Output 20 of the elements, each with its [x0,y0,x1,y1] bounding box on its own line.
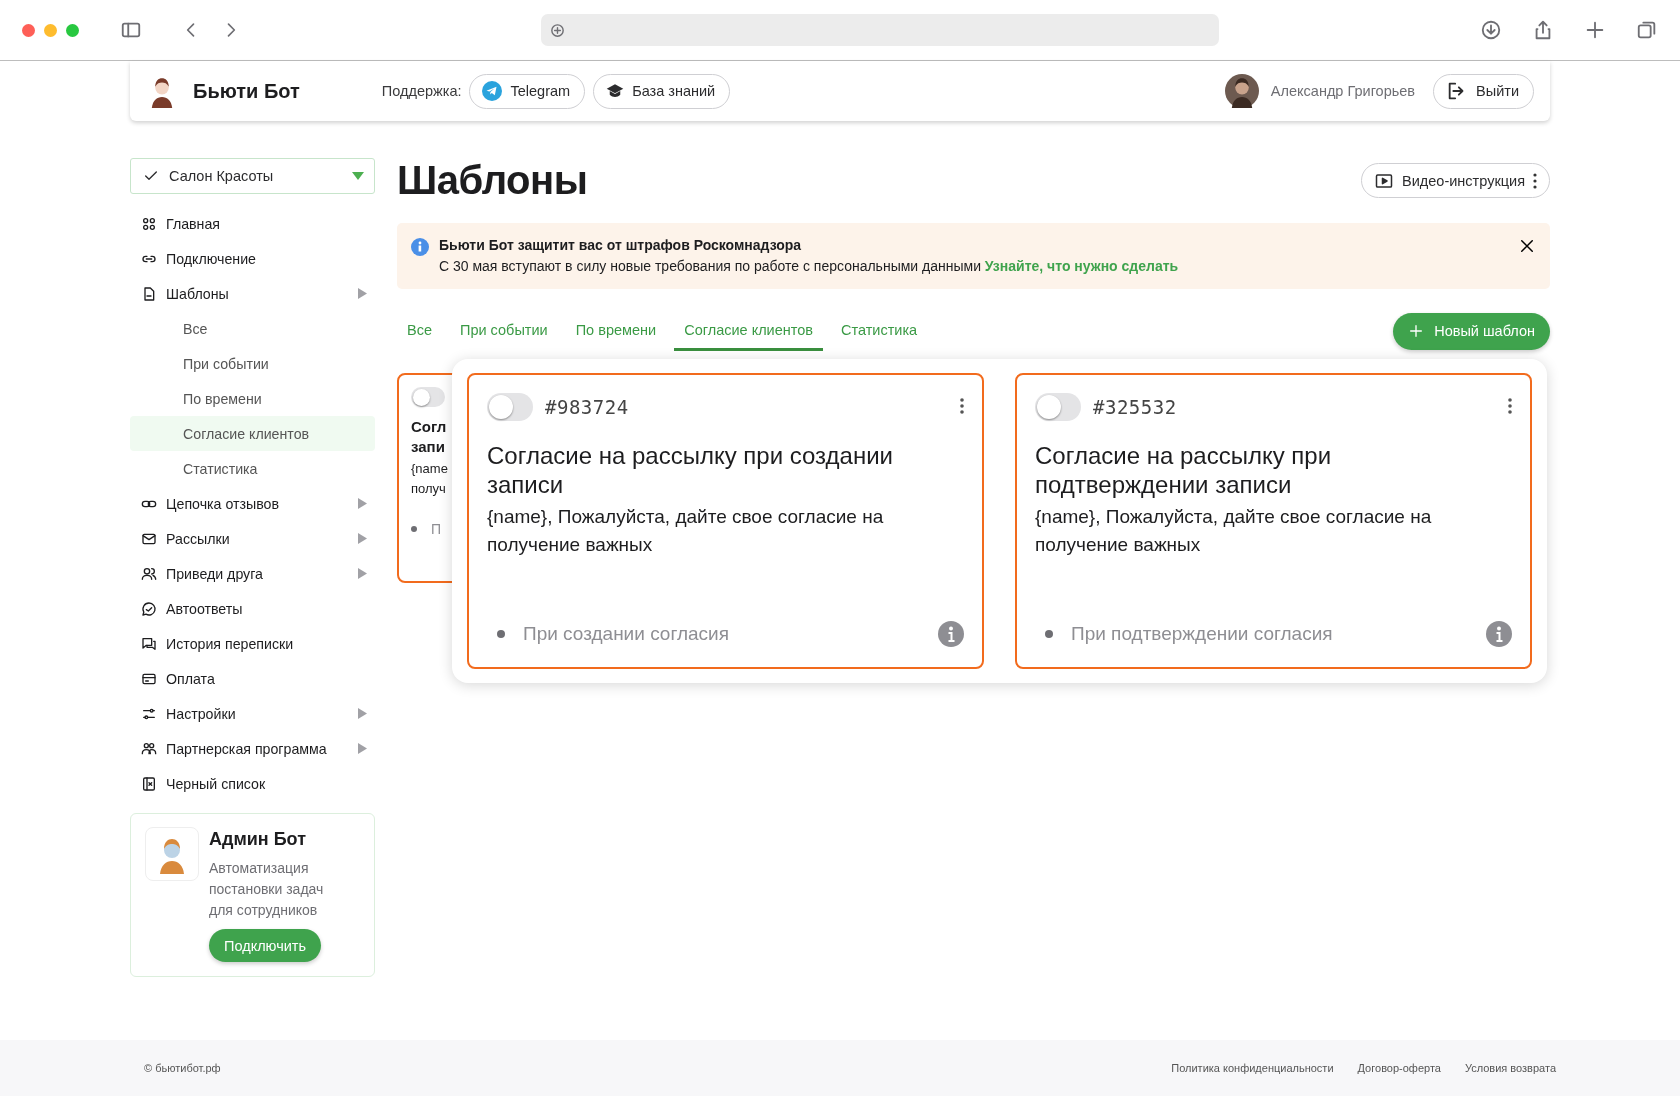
template-text: {name [411,460,449,478]
promo-text: Автоматизация постановки задач для сотрудников [209,859,325,920]
notice-text: С 30 мая вступают в силу новые требования по работе с персональными данными Узнайте, что нужно сделать [439,257,1180,276]
trigger-label: П [431,521,442,537]
trigger-label: При подтверждении согласия [1071,623,1334,645]
user-name: Александр Григорьев [1270,83,1416,99]
template-text: {name}, Пожалуйста, дайте свое согласие на получение важных [487,505,885,557]
support-label: Поддержка: [381,83,462,99]
template-id: #325532 [1093,396,1178,418]
template-id: #983724 [545,396,630,418]
template-title: Согласие на рассылку при подтверждении записи [1035,441,1333,499]
copyright-text: © бьютибот.рф [144,1062,221,1074]
page-title: Шаблоны [397,158,588,203]
notice-title: Бьюти Бот защитит вас от штрафов Роскомнадзора [439,236,803,255]
template-title: Согл [411,417,448,437]
trigger-label: При создании согласия [523,623,730,645]
brand-name: Бьюти Бот [193,79,300,103]
promo-title: Админ Бот [209,829,307,850]
template-text: {name}, Пожалуйста, дайте свое согласие на получение важных [1035,505,1433,557]
template-title: Согласие на рассылку при создании записи [487,441,894,499]
